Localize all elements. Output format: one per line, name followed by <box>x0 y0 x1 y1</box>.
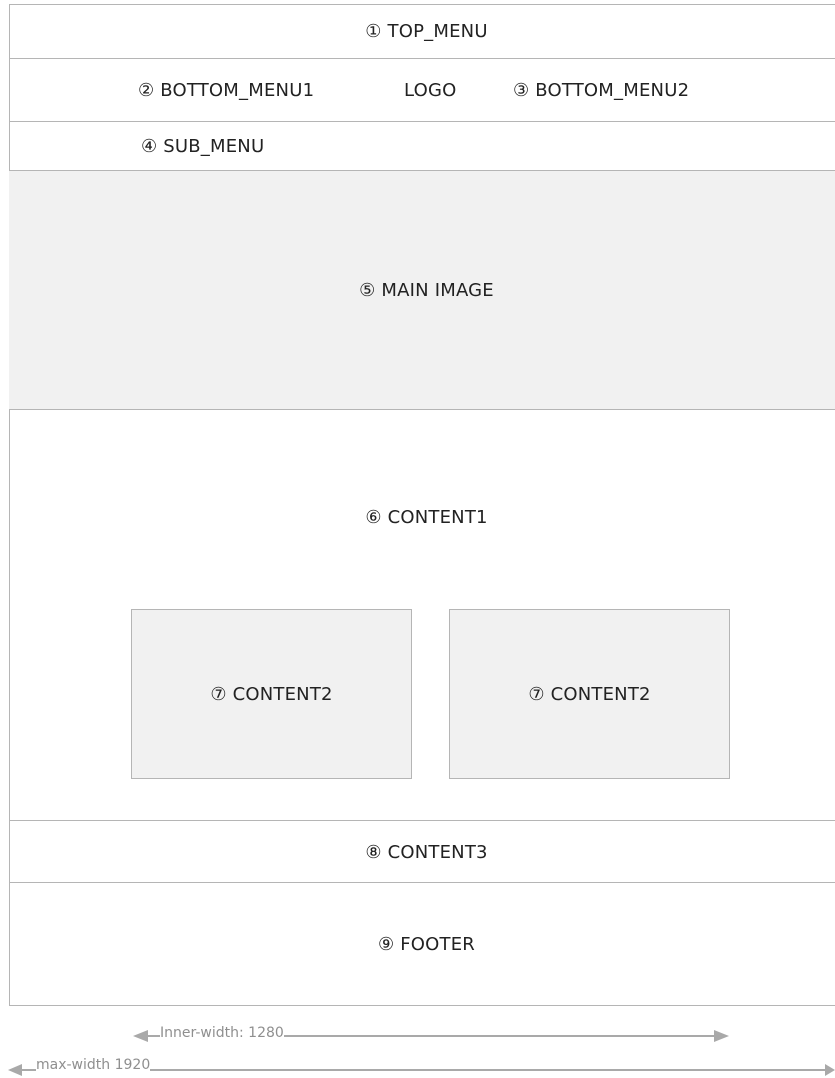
content3-section: ⑧ CONTENT3 <box>9 820 835 883</box>
top-menu-section: ① TOP_MENU <box>9 4 835 58</box>
sub-menu-label: ④ SUB_MENU <box>141 136 265 157</box>
logo-label: LOGO <box>404 79 457 101</box>
main-image-section: ⑤ MAIN IMAGE <box>9 170 835 410</box>
bottom-menu2-label: ③ BOTTOM_MENU2 <box>513 79 690 101</box>
inner-width-label: Inner-width: 1280 <box>160 1025 284 1041</box>
bottom-menu1-label: ② BOTTOM_MENU1 <box>138 79 315 101</box>
top-menu-label: ① TOP_MENU <box>365 21 488 42</box>
sub-menu-section: ④ SUB_MENU <box>9 121 835 171</box>
footer-section: ⑨ FOOTER <box>9 882 835 1006</box>
content2-label: ⑦ CONTENT2 <box>210 683 333 705</box>
content1-label: ⑥ CONTENT1 <box>365 507 488 528</box>
main-image-label: ⑤ MAIN IMAGE <box>359 280 494 301</box>
content3-label: ⑧ CONTENT3 <box>365 841 488 863</box>
content2-box: ⑦ CONTENT2 <box>131 609 412 779</box>
max-width-label: max-width 1920 <box>36 1057 151 1073</box>
footer-label: ⑨ FOOTER <box>377 933 476 955</box>
bottom-menu-row: ② BOTTOM_MENU1 LOGO ③ BOTTOM_MENU2 <box>9 58 835 121</box>
content1-section: ⑥ CONTENT1 ⑦ CONTENT2 ⑦ CONTENT2 <box>9 409 835 821</box>
content2-label: ⑦ CONTENT2 <box>528 683 651 705</box>
content2-box: ⑦ CONTENT2 <box>449 609 730 779</box>
